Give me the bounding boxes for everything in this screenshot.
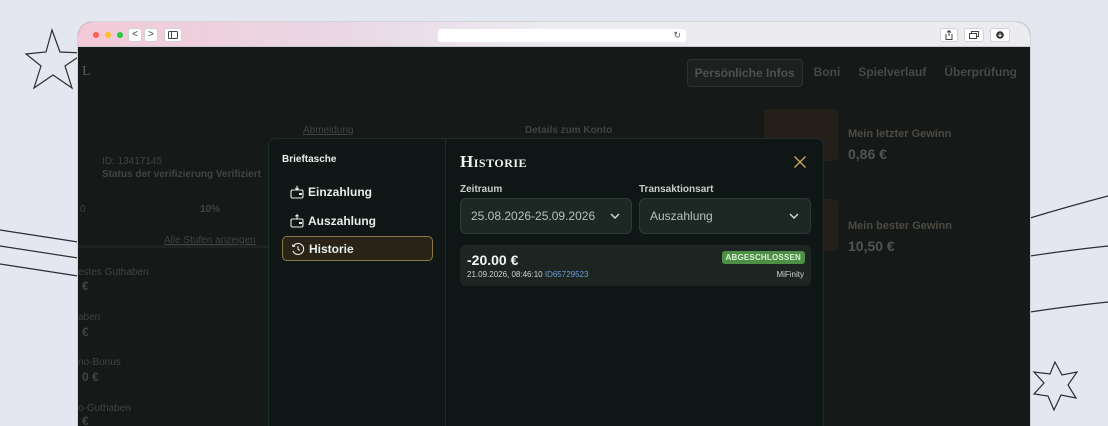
transaction-datetime: 21.09.2026, 08:46:10	[467, 270, 543, 279]
withdraw-icon	[290, 213, 304, 228]
history-icon	[291, 242, 305, 255]
balance-value: €	[82, 279, 89, 293]
best-win-value: 10,50 €	[848, 238, 895, 254]
transaction-type-label: Transaktionsart	[639, 184, 714, 195]
balance-value: €	[82, 414, 89, 426]
reload-icon[interactable]: ↻	[673, 29, 681, 42]
minimize-window-button[interactable]	[105, 32, 111, 38]
best-win-title: Mein bester Gewinn	[848, 220, 952, 232]
transaction-id[interactable]: ID65729523	[545, 270, 589, 279]
share-icon	[945, 29, 953, 40]
last-win-value: 0,86 €	[848, 146, 887, 162]
history-title: Historie	[460, 152, 528, 171]
last-win-title: Mein letzter Gewinn	[848, 128, 952, 140]
wallet-sidebar: Brieftasche Einzahlung Auszahlung Histor…	[269, 139, 446, 426]
balance-label: estes Guthaben	[78, 267, 149, 278]
chevron-down-icon	[610, 213, 620, 219]
account-details-heading: Details zum Konto	[525, 125, 613, 136]
balance-label: aben	[78, 312, 101, 323]
level-progress-percent: 10%	[200, 204, 221, 215]
balance-value: 0 €	[82, 370, 99, 384]
tabs-button[interactable]	[964, 28, 984, 42]
balance-value: €	[82, 325, 89, 339]
nav-persoenliche-infos[interactable]: Persönliche Infos	[686, 59, 803, 87]
sidebar-item-label: Auszahlung	[308, 213, 376, 228]
history-panel: Historie Zeitraum 25.08.2026-25.09.2026 …	[447, 139, 823, 426]
sidebar-icon	[168, 31, 178, 39]
sidebar-item-einzahlung[interactable]: Einzahlung	[282, 179, 433, 204]
verification-status: Status der verifizierung Verifiziert	[102, 169, 261, 180]
status-badge: ABGESCHLOSSEN	[721, 251, 805, 264]
sidebar-item-label: Einzahlung	[308, 184, 372, 199]
browser-window: < > ↻ L Persönliche Infos Boni Spielverl…	[78, 22, 1030, 426]
nav-boni[interactable]: Boni	[807, 59, 848, 87]
sidebar-item-historie[interactable]: Historie	[282, 236, 433, 261]
account-page: L Persönliche Infos Boni Spielverlauf Üb…	[78, 47, 1030, 426]
back-button[interactable]: <	[128, 28, 142, 42]
close-icon[interactable]	[793, 155, 807, 169]
transaction-meta: 21.09.2026, 08:46:10 ID65729523	[467, 270, 588, 279]
chevron-down-icon	[789, 213, 799, 219]
share-button[interactable]	[940, 28, 958, 42]
tabs-icon	[969, 31, 979, 39]
logout-link[interactable]: Abmeldung	[303, 125, 354, 136]
transaction-type-select[interactable]: Auszahlung	[639, 198, 811, 234]
close-window-button[interactable]	[93, 32, 99, 38]
level-start: 0	[80, 204, 86, 215]
deposit-icon	[290, 185, 304, 199]
sidebar-item-auszahlung[interactable]: Auszahlung	[282, 208, 433, 233]
transaction-amount: -20.00 €	[467, 252, 519, 268]
balance-label: o-Guthaben	[78, 403, 131, 414]
site-logo[interactable]: L	[82, 64, 91, 80]
star-icon	[24, 28, 86, 90]
forward-button[interactable]: >	[144, 28, 158, 42]
download-icon	[996, 31, 1004, 39]
all-levels-link[interactable]: Alle Stufen anzeigen	[164, 235, 256, 246]
period-value: 25.08.2026-25.09.2026	[471, 209, 596, 223]
star-icon	[1032, 360, 1079, 412]
period-select[interactable]: 25.08.2026-25.09.2026	[460, 198, 632, 234]
address-bar[interactable]: ↻	[438, 29, 686, 42]
balance-label: no-Bonus	[78, 357, 121, 368]
wallet-modal: Brieftasche Einzahlung Auszahlung Histor…	[268, 138, 824, 426]
browser-titlebar: < > ↻	[78, 22, 1030, 47]
sidebar-toggle-button[interactable]	[164, 28, 182, 42]
wallet-sidebar-title: Brieftasche	[282, 154, 337, 165]
top-navigation: Persönliche Infos Boni Spielverlauf Über…	[686, 59, 1024, 87]
transaction-provider: MiFinity	[776, 270, 804, 279]
download-button[interactable]	[990, 28, 1010, 42]
nav-spielverlauf[interactable]: Spielverlauf	[851, 59, 933, 87]
transaction-type-value: Auszahlung	[650, 209, 713, 223]
zoom-window-button[interactable]	[117, 32, 123, 38]
period-label: Zeitraum	[460, 184, 503, 195]
sidebar-item-label: Historie	[309, 241, 354, 256]
transaction-row[interactable]: -20.00 € ABGESCHLOSSEN 21.09.2026, 08:46…	[460, 245, 811, 286]
nav-ueberpruefung[interactable]: Überprüfung	[937, 59, 1024, 87]
user-id: ID: 13417145	[102, 156, 163, 167]
